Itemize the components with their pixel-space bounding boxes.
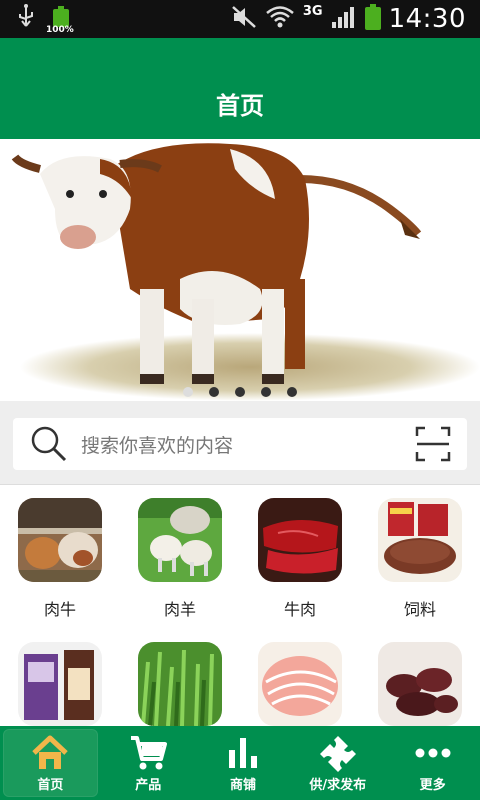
nav-label: 首页 [37, 777, 64, 793]
medicine-thumbnail [18, 642, 102, 726]
category-label: 肉羊 [163, 600, 196, 619]
search-bar[interactable]: 搜索你喜欢的内容 [13, 418, 467, 470]
grass-thumbnail [138, 642, 222, 726]
signal-icon [331, 5, 357, 33]
banner-carousel[interactable] [0, 139, 480, 401]
scan-icon[interactable] [415, 426, 451, 462]
home-icon [30, 734, 70, 772]
status-bar: 100% 3G 14:30 [0, 0, 480, 38]
nav-more[interactable]: 更多 [385, 726, 480, 800]
feed-thumbnail [378, 498, 462, 582]
nav-supply-demand[interactable]: 供/求发布 [290, 726, 385, 800]
category-label: 牛肉 [283, 600, 316, 619]
carousel-dot[interactable] [261, 387, 271, 397]
nav-label: 更多 [419, 777, 446, 793]
category-label: 饲料 [403, 600, 436, 619]
carousel-dot[interactable] [183, 387, 193, 397]
nav-shops[interactable]: 商铺 [196, 726, 291, 800]
category-item-feed[interactable]: 饲料 [360, 498, 480, 620]
category-item-beef-cattle[interactable]: 肉牛 [0, 498, 120, 620]
meat-sheep-thumbnail [138, 498, 222, 582]
nav-home[interactable]: 首页 [3, 729, 98, 797]
usb-icon [16, 4, 36, 34]
nav-products[interactable]: 产品 [101, 726, 196, 800]
mute-icon [231, 5, 257, 33]
puzzle-icon [318, 734, 358, 772]
network-type: 3G [302, 3, 323, 19]
battery-percent: 100% [46, 25, 74, 35]
sliced-meat-thumbnail [258, 642, 342, 726]
carousel-dot[interactable] [209, 387, 219, 397]
more-icon [413, 734, 453, 772]
category-label: 肉牛 [43, 600, 76, 619]
search-section: 搜索你喜欢的内容 [0, 401, 480, 485]
cow-banner-image [0, 139, 480, 401]
battery-icon [364, 4, 381, 34]
beef-thumbnail [258, 498, 342, 582]
cart-icon [128, 734, 168, 772]
battery-full-icon: 100% [46, 5, 74, 35]
category-grid: 肉牛 肉羊 牛肉 饲料 [0, 486, 480, 726]
category-item-meat-sheep[interactable]: 肉羊 [120, 498, 240, 620]
app-header: 首页 [0, 38, 480, 139]
clock: 14:30 [388, 4, 466, 34]
nav-label: 供/求发布 [309, 777, 367, 793]
nav-label: 产品 [135, 777, 162, 793]
wifi-icon [265, 5, 295, 33]
search-input[interactable]: 搜索你喜欢的内容 [81, 431, 233, 458]
page-title: 首页 [216, 92, 264, 120]
bar-chart-icon [223, 734, 263, 772]
carousel-dot[interactable] [235, 387, 245, 397]
carousel-dot[interactable] [287, 387, 297, 397]
beef-cattle-thumbnail [18, 498, 102, 582]
category-item-beef[interactable]: 牛肉 [240, 498, 360, 620]
search-icon [29, 424, 69, 464]
dried-beef-thumbnail [378, 642, 462, 726]
carousel-dots [0, 387, 480, 397]
bottom-nav: 首页 产品 商铺 供/求发布 更多 [0, 726, 480, 800]
nav-label: 商铺 [229, 777, 256, 793]
